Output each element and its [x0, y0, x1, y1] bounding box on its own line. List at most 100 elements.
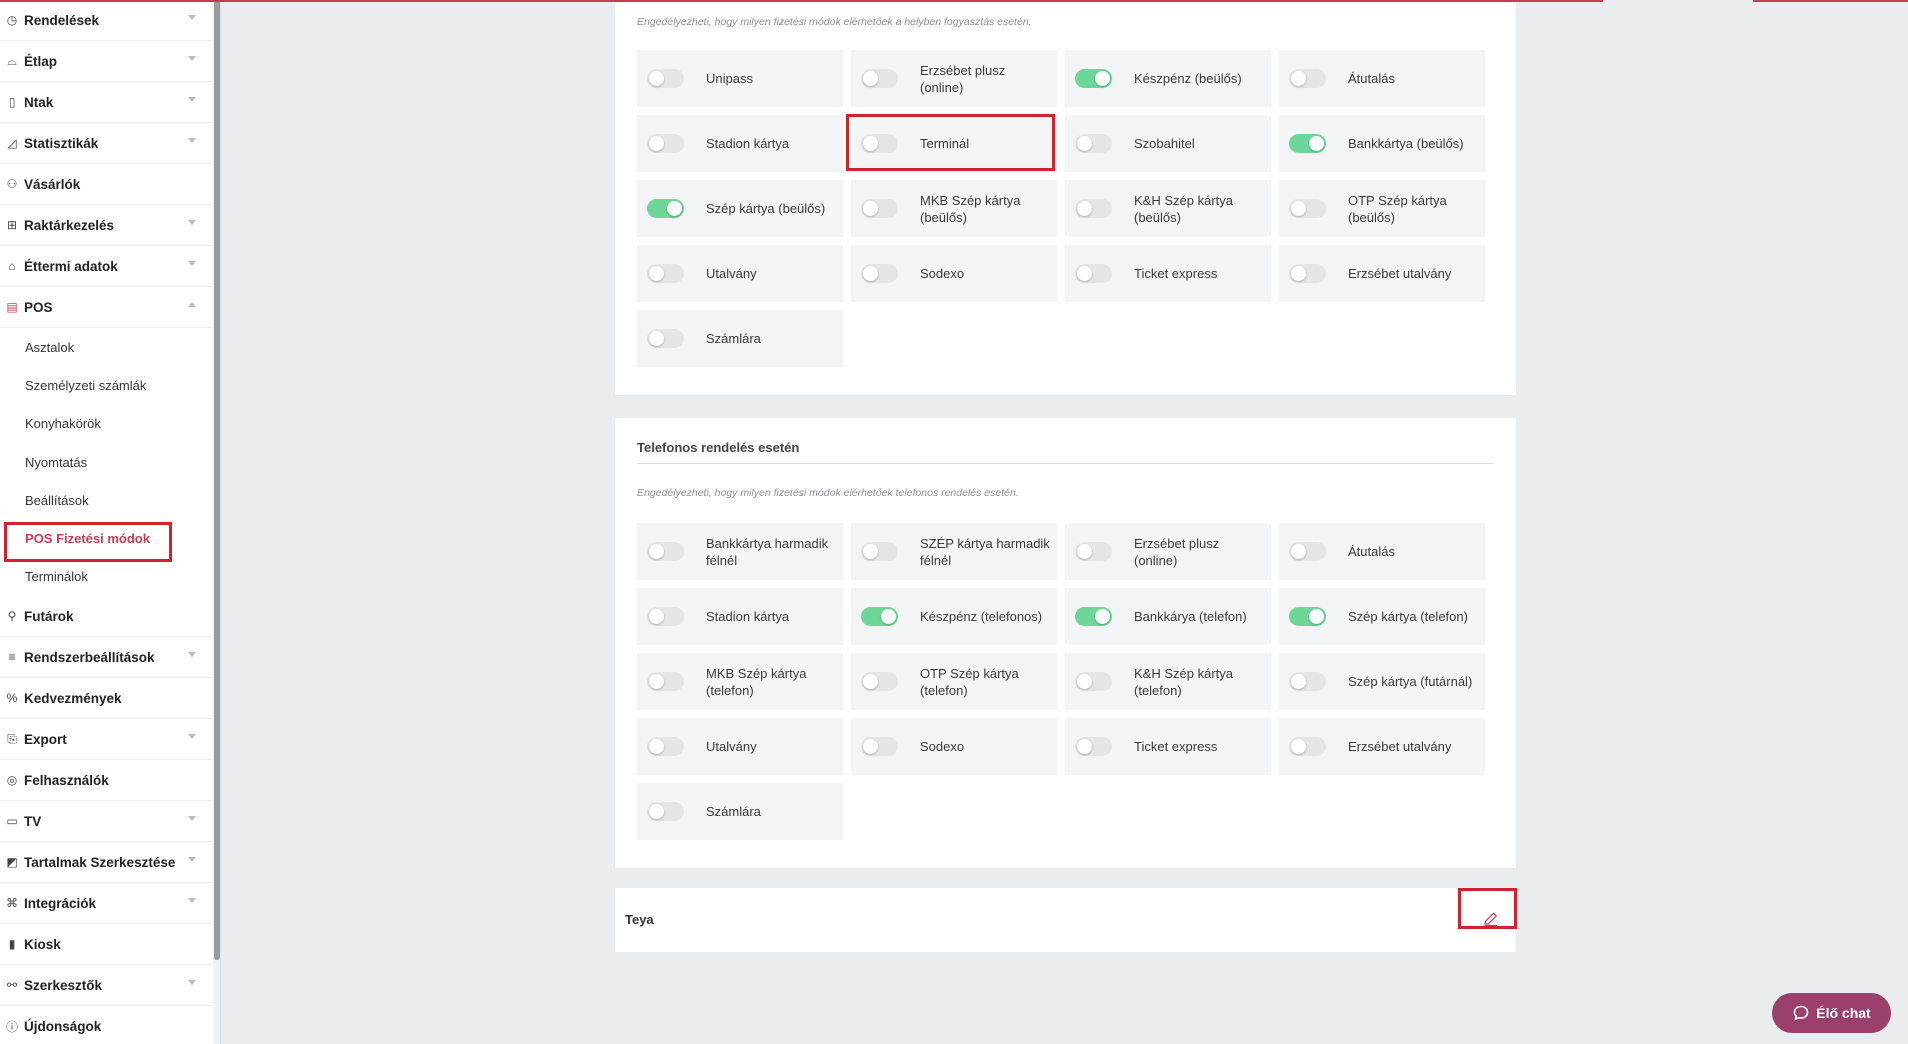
sidebar-subitem[interactable]: Konyhakörök — [0, 405, 212, 443]
payment-method-tile[interactable]: Unipass — [637, 50, 843, 107]
payment-method-tile[interactable]: Utalvány — [637, 718, 843, 775]
payment-method-tile[interactable]: Átutalás — [1279, 50, 1485, 107]
sidebar-item-pos[interactable]: ▤ POS — [0, 287, 212, 328]
payment-method-tile[interactable]: Ticket express — [1065, 718, 1271, 775]
payment-toggle[interactable] — [861, 199, 898, 218]
sidebar-item-kedvezmények[interactable]: % Kedvezmények — [0, 678, 212, 720]
payment-toggle[interactable] — [647, 69, 684, 88]
payment-toggle[interactable] — [1289, 542, 1326, 561]
payment-method-tile[interactable]: Számlára — [637, 310, 843, 367]
payment-toggle[interactable] — [1075, 737, 1112, 756]
payment-method-tile[interactable]: Átutalás — [1279, 523, 1485, 580]
payment-toggle[interactable] — [1289, 607, 1326, 626]
payment-toggle[interactable] — [647, 672, 684, 691]
payment-method-tile[interactable]: Erzsébet plusz (online) — [1065, 523, 1271, 580]
payment-toggle[interactable] — [861, 134, 898, 153]
payment-method-tile[interactable]: OTP Szép kártya (beülős) — [1279, 180, 1485, 237]
payment-method-tile[interactable]: Bankkártya (beülős) — [1279, 115, 1485, 172]
payment-method-tile[interactable]: Erzsébet plusz (online) — [851, 50, 1057, 107]
sidebar-item-felhasználók[interactable]: ◎ Felhasználók — [0, 760, 212, 802]
payment-toggle[interactable] — [647, 737, 684, 756]
payment-toggle[interactable] — [1075, 264, 1112, 283]
sidebar-item-futárok[interactable]: ⚲ Futárok — [0, 596, 212, 638]
payment-toggle[interactable] — [861, 542, 898, 561]
sidebar-item-rendelések[interactable]: ◷ Rendelések — [0, 0, 212, 41]
payment-method-tile[interactable]: K&H Szép kártya (beülős) — [1065, 180, 1271, 237]
sidebar-item-tv[interactable]: ▭ TV — [0, 801, 212, 843]
payment-toggle[interactable] — [861, 69, 898, 88]
payment-method-tile[interactable]: Szép kártya (futárnál) — [1279, 653, 1485, 710]
sidebar-item-éttermi-adatok[interactable]: ⌂ Éttermi adatok — [0, 246, 212, 287]
payment-method-tile[interactable]: Szobahitel — [1065, 115, 1271, 172]
payment-method-tile[interactable]: Szép kártya (beülős) — [637, 180, 843, 237]
sidebar-item-újdonságok[interactable]: ⓘ Újdonságok — [0, 1006, 212, 1044]
sidebar-item-export[interactable]: ⎘ Export — [0, 719, 212, 761]
payment-toggle[interactable] — [1289, 264, 1326, 283]
sidebar-item-tartalmak-szerkesztése[interactable]: ◩ Tartalmak Szerkesztése — [0, 842, 212, 884]
payment-method-tile[interactable]: Utalvány — [637, 245, 843, 302]
sidebar-item-szerkesztők[interactable]: ⚯ Szerkesztők — [0, 965, 212, 1007]
payment-toggle[interactable] — [1075, 199, 1112, 218]
payment-toggle[interactable] — [1075, 542, 1112, 561]
payment-method-tile[interactable]: Számlára — [637, 783, 843, 840]
pencil-icon[interactable] — [1482, 910, 1500, 928]
payment-method-tile[interactable]: MKB Szép kártya (beülős) — [851, 180, 1057, 237]
sidebar-item-vásárlók[interactable]: ⚇ Vásárlók — [0, 164, 212, 205]
payment-method-tile[interactable]: Erzsébet utalvány — [1279, 718, 1485, 775]
payment-method-label: Bankkártya harmadik félnél — [706, 535, 829, 568]
sidebar-subitem-active[interactable]: POS Fizetési módok — [0, 519, 212, 557]
payment-toggle[interactable] — [1075, 134, 1112, 153]
payment-toggle[interactable] — [861, 607, 898, 626]
payment-method-tile[interactable]: Sodexo — [851, 718, 1057, 775]
payment-method-tile[interactable]: Sodexo — [851, 245, 1057, 302]
payment-toggle[interactable] — [1289, 134, 1326, 153]
payment-method-tile[interactable]: OTP Szép kártya (telefon) — [851, 653, 1057, 710]
payment-method-tile[interactable]: SZÉP kártya harmadik félnél — [851, 523, 1057, 580]
payment-method-tile[interactable]: Készpénz (beülős) — [1065, 50, 1271, 107]
sidebar-item-étlap[interactable]: ⌓ Étlap — [0, 41, 212, 82]
sidebar-subitem[interactable]: Asztalok — [0, 328, 212, 366]
payment-toggle[interactable] — [1075, 672, 1112, 691]
payment-toggle[interactable] — [1075, 69, 1112, 88]
payment-toggle[interactable] — [647, 802, 684, 821]
payment-method-tile[interactable]: Bankkárya (telefon) — [1065, 588, 1271, 645]
payment-toggle[interactable] — [1289, 737, 1326, 756]
payment-method-tile[interactable]: Készpénz (telefonos) — [851, 588, 1057, 645]
sidebar-subitem[interactable]: Nyomtatás — [0, 443, 212, 481]
sidebar-item-statisztikák[interactable]: ◿ Statisztikák — [0, 123, 212, 164]
payment-method-tile[interactable]: Terminál — [851, 115, 1057, 172]
sidebar-subitem[interactable]: Személyzeti számlák — [0, 366, 212, 404]
sidebar-scrollbar[interactable] — [214, 0, 220, 960]
payment-method-tile[interactable]: Stadion kártya — [637, 115, 843, 172]
payment-toggle[interactable] — [647, 264, 684, 283]
payment-toggle[interactable] — [1289, 199, 1326, 218]
sidebar-item-rendszerbeállítások[interactable]: ≡ Rendszerbeállítások — [0, 637, 212, 679]
sidebar-subitem[interactable]: Beállítások — [0, 481, 212, 519]
payment-method-label: Szobahitel — [1134, 136, 1195, 151]
payment-toggle[interactable] — [1075, 607, 1112, 626]
payment-toggle[interactable] — [647, 134, 684, 153]
payment-toggle[interactable] — [647, 199, 684, 218]
payment-method-tile[interactable]: Ticket express — [1065, 245, 1271, 302]
payment-toggle[interactable] — [861, 264, 898, 283]
live-chat-button[interactable]: Élő chat — [1772, 993, 1891, 1033]
payment-toggle[interactable] — [861, 672, 898, 691]
payment-toggle[interactable] — [861, 737, 898, 756]
sidebar-item-kiosk[interactable]: ▮ Kiosk — [0, 924, 212, 966]
payment-method-tile[interactable]: Szép kártya (telefon) — [1279, 588, 1485, 645]
sidebar-item-ntak[interactable]: ▯ Ntak — [0, 82, 212, 123]
sidebar-item-raktárkezelés[interactable]: ⊞ Raktárkezelés — [0, 205, 212, 246]
payment-toggle[interactable] — [647, 607, 684, 626]
payment-method-tile[interactable]: MKB Szép kártya (telefon) — [637, 653, 843, 710]
payment-toggle[interactable] — [647, 542, 684, 561]
payment-method-tile[interactable]: K&H Szép kártya (telefon) — [1065, 653, 1271, 710]
sidebar-item-integrációk[interactable]: ⌘ Integrációk — [0, 883, 212, 925]
payment-method-tile[interactable]: Erzsébet utalvány — [1279, 245, 1485, 302]
sidebar-subitem[interactable]: Terminálok — [0, 558, 212, 596]
sidebar-item-label: Rendelések — [24, 12, 100, 28]
payment-method-tile[interactable]: Bankkártya harmadik félnél — [637, 523, 843, 580]
payment-toggle[interactable] — [1289, 69, 1326, 88]
payment-method-tile[interactable]: Stadion kártya — [637, 588, 843, 645]
payment-toggle[interactable] — [1289, 672, 1326, 691]
payment-toggle[interactable] — [647, 329, 684, 348]
